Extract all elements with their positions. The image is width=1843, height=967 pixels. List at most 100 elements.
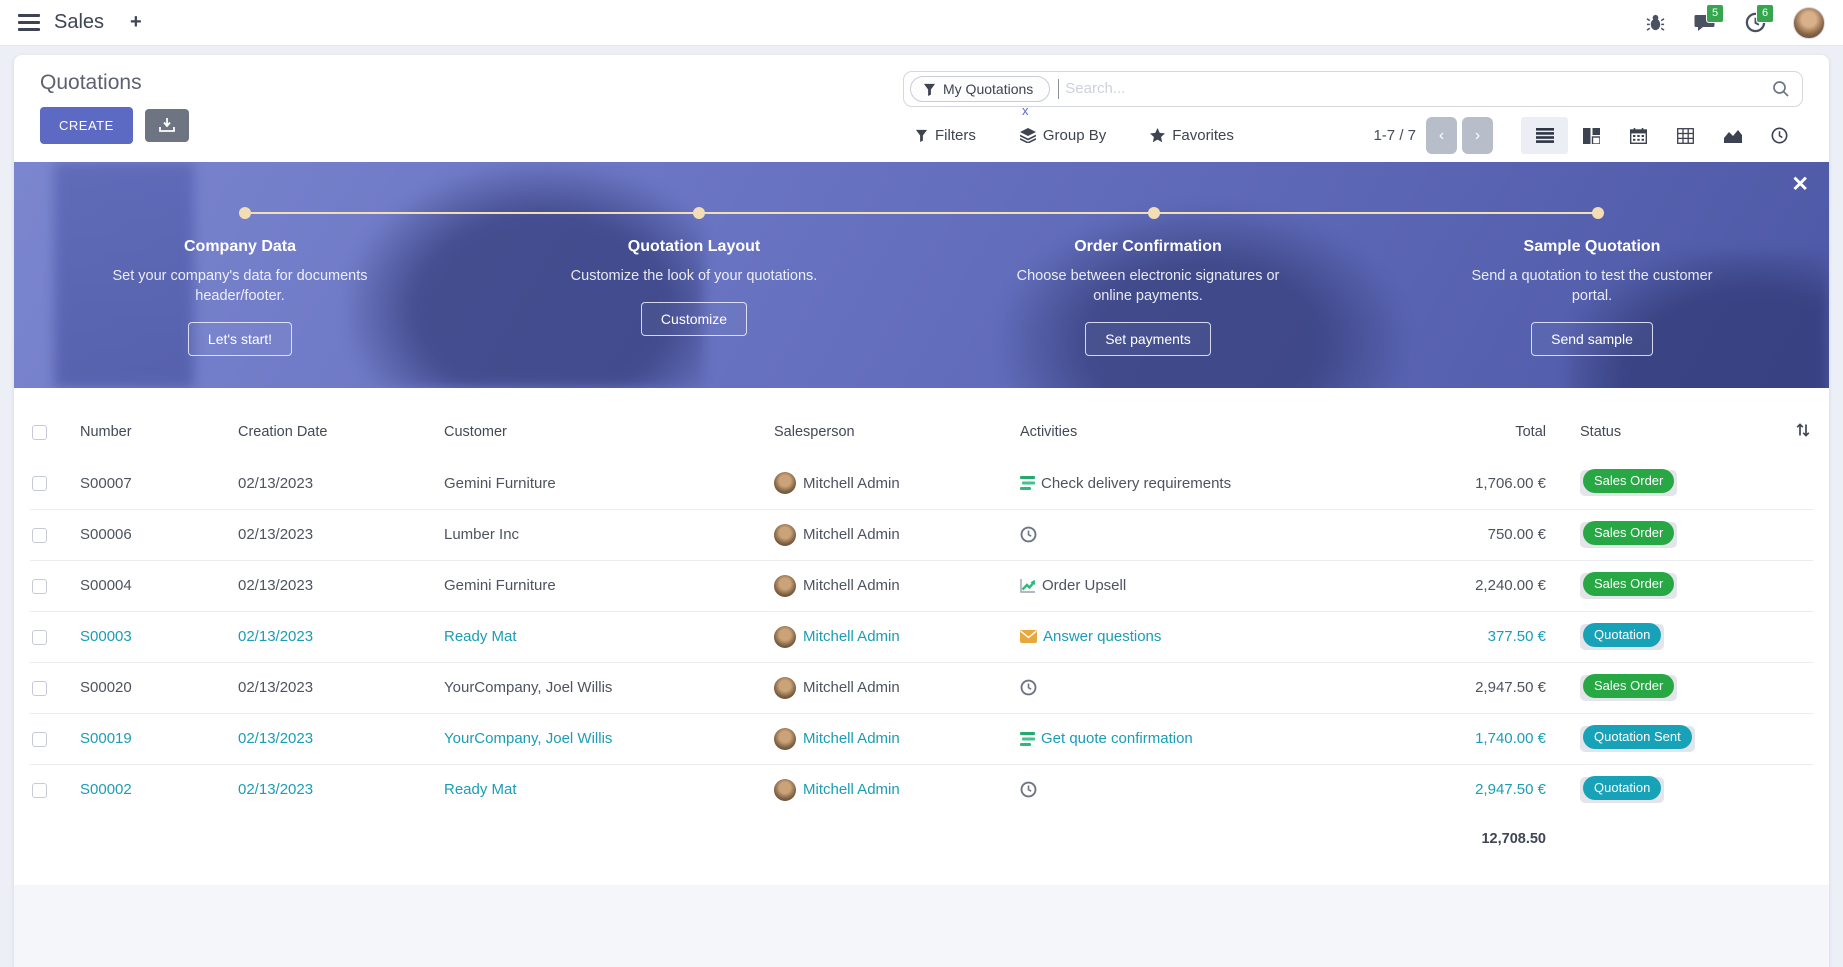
quotation-number[interactable]: S00002	[78, 764, 236, 815]
step-description: Choose between electronic signatures or …	[1008, 266, 1288, 306]
activity-cell[interactable]	[1020, 526, 1346, 543]
group-by-label: Group By	[1043, 127, 1106, 144]
creation-date: 02/13/2023	[236, 764, 442, 815]
column-header-activities[interactable]: Activities	[1018, 412, 1348, 458]
step-title: Company Data	[100, 238, 380, 256]
calendar-view-button[interactable]	[1615, 117, 1662, 154]
activity-view-button[interactable]	[1756, 117, 1803, 154]
quotation-number[interactable]: S00004	[78, 560, 236, 611]
search-icon[interactable]	[1772, 80, 1790, 98]
create-button[interactable]: CREATE	[40, 107, 133, 144]
row-checkbox[interactable]	[32, 579, 47, 594]
activity-cell[interactable]	[1020, 781, 1346, 798]
search-facet-my-quotations[interactable]: My Quotations	[910, 76, 1050, 102]
row-checkbox[interactable]	[32, 630, 47, 645]
order-total: 377.50 €	[1348, 611, 1548, 662]
customer-name: Lumber Inc	[442, 509, 772, 560]
todo-list-icon	[1020, 476, 1035, 490]
status-badge: Quotation	[1580, 624, 1664, 650]
graph-view-button[interactable]	[1709, 117, 1756, 154]
creation-date: 02/13/2023	[236, 560, 442, 611]
salesperson-avatar	[774, 524, 796, 546]
send-sample-button[interactable]: Send sample	[1531, 322, 1653, 356]
customer-name: Ready Mat	[442, 764, 772, 815]
salesperson-name: Mitchell Admin	[803, 730, 900, 747]
quotation-number[interactable]: S00006	[78, 509, 236, 560]
pager-range: 1-7 / 7	[1373, 127, 1416, 144]
table-row[interactable]: S00020 02/13/2023 YourCompany, Joel Will…	[30, 662, 1813, 713]
row-checkbox[interactable]	[32, 681, 47, 696]
column-header-salesperson[interactable]: Salesperson	[772, 412, 1018, 458]
quotation-number[interactable]: S00020	[78, 662, 236, 713]
search-input[interactable]: Search...	[1058, 79, 1772, 99]
activity-label[interactable]: Order Upsell	[1042, 577, 1126, 594]
email-activity-icon	[1020, 630, 1037, 643]
pivot-view-button[interactable]	[1662, 117, 1709, 154]
menu-icon[interactable]	[18, 14, 40, 31]
user-avatar[interactable]	[1793, 7, 1825, 39]
export-button[interactable]	[145, 109, 189, 142]
customer-name: Gemini Furniture	[442, 458, 772, 509]
group-by-button[interactable]: Group By	[1020, 127, 1106, 144]
app-name[interactable]: Sales	[54, 11, 104, 34]
activity-cell[interactable]: Check delivery requirements	[1020, 475, 1346, 492]
messages-icon[interactable]: 5	[1693, 11, 1717, 35]
optional-columns-button[interactable]	[1773, 412, 1813, 458]
onboarding-banner: ✕ Company Data Set your company's data f…	[14, 162, 1829, 388]
list-view-button[interactable]	[1521, 117, 1568, 154]
row-checkbox[interactable]	[32, 528, 47, 543]
activity-cell[interactable]: Answer questions	[1020, 628, 1346, 645]
activity-label[interactable]: Get quote confirmation	[1041, 730, 1193, 747]
quotation-number[interactable]: S00007	[78, 458, 236, 509]
table-row[interactable]: S00004 02/13/2023 Gemini Furniture Mitch…	[30, 560, 1813, 611]
select-all-checkbox[interactable]	[32, 425, 47, 440]
quotation-number[interactable]: S00003	[78, 611, 236, 662]
new-tab-icon[interactable]: +	[130, 11, 142, 34]
row-checkbox[interactable]	[32, 732, 47, 747]
lets-start-button[interactable]: Let's start!	[188, 322, 292, 356]
debug-bug-icon[interactable]	[1643, 11, 1667, 35]
salesperson-name: Mitchell Admin	[803, 781, 900, 798]
creation-date: 02/13/2023	[236, 713, 442, 764]
banner-close-icon[interactable]: ✕	[1791, 172, 1809, 197]
favorites-button[interactable]: Favorites	[1150, 127, 1234, 144]
row-checkbox[interactable]	[32, 476, 47, 491]
filters-button[interactable]: Filters	[915, 127, 976, 144]
status-badge: Sales Order	[1580, 470, 1677, 496]
activity-cell[interactable]	[1020, 679, 1346, 696]
salesperson-name: Mitchell Admin	[803, 526, 900, 543]
customize-button[interactable]: Customize	[641, 302, 747, 336]
facet-remove-icon[interactable]: x	[1022, 103, 1029, 118]
table-row[interactable]: S00019 02/13/2023 YourCompany, Joel Will…	[30, 713, 1813, 764]
search-bar[interactable]: My Quotations x Search...	[903, 71, 1803, 107]
status-badge: Sales Order	[1580, 522, 1677, 548]
activities-clock-icon[interactable]: 6	[1743, 11, 1767, 35]
column-header-creation-date[interactable]: Creation Date	[236, 412, 442, 458]
pager-next-button[interactable]: ›	[1462, 117, 1493, 154]
top-navbar: Sales + 5 6	[0, 0, 1843, 46]
set-payments-button[interactable]: Set payments	[1085, 322, 1211, 356]
salesperson-avatar	[774, 677, 796, 699]
column-header-total[interactable]: Total	[1348, 412, 1548, 458]
column-header-status[interactable]: Status	[1578, 412, 1773, 458]
activity-label[interactable]: Answer questions	[1043, 628, 1161, 645]
table-row[interactable]: S00007 02/13/2023 Gemini Furniture Mitch…	[30, 458, 1813, 509]
table-row[interactable]: S00006 02/13/2023 Lumber Inc Mitchell Ad…	[30, 509, 1813, 560]
kanban-view-button[interactable]	[1568, 117, 1615, 154]
activity-label[interactable]: Check delivery requirements	[1041, 475, 1231, 492]
onboarding-step-company-data: Company Data Set your company's data for…	[100, 238, 380, 356]
column-header-number[interactable]: Number	[78, 412, 236, 458]
pager-prev-button[interactable]: ‹	[1426, 117, 1457, 154]
column-header-customer[interactable]: Customer	[442, 412, 772, 458]
status-badge: Quotation Sent	[1580, 726, 1695, 752]
table-row[interactable]: S00003 02/13/2023 Ready Mat Mitchell Adm…	[30, 611, 1813, 662]
filter-icon	[923, 83, 936, 96]
activity-cell[interactable]: Get quote confirmation	[1020, 730, 1346, 747]
row-checkbox[interactable]	[32, 783, 47, 798]
facet-label: My Quotations	[943, 81, 1033, 97]
quotation-number[interactable]: S00019	[78, 713, 236, 764]
step-description: Set your company's data for documents he…	[100, 266, 380, 306]
activity-cell[interactable]: Order Upsell	[1020, 577, 1346, 594]
upsell-chart-icon	[1020, 578, 1036, 593]
table-row[interactable]: S00002 02/13/2023 Ready Mat Mitchell Adm…	[30, 764, 1813, 815]
